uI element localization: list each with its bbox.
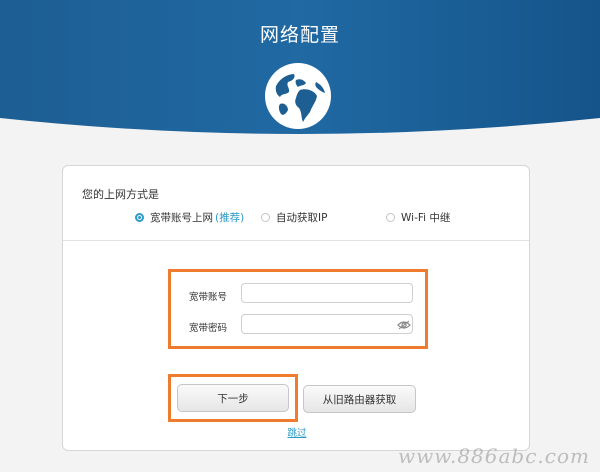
watermark: www.886abc.com	[397, 444, 590, 468]
option-wifi-repeater[interactable]: Wi-Fi 中继	[386, 210, 450, 225]
account-label: 宽带账号	[189, 292, 228, 303]
credentials-highlight-box: 宽带账号 宽带密码	[168, 269, 428, 349]
option-label: 宽带账号上网	[150, 212, 213, 224]
radio-selected-icon[interactable]	[135, 213, 144, 222]
globe-icon	[265, 63, 331, 129]
option-broadband-account[interactable]: 宽带账号上网 (推荐)	[135, 210, 244, 225]
password-label: 宽带密码	[189, 323, 228, 334]
fetch-from-old-router-button[interactable]: 从旧路由器获取	[303, 385, 416, 413]
radio-unselected-icon[interactable]	[261, 213, 270, 222]
option-label: 自动获取IP	[276, 212, 328, 224]
recommend-badge: (推荐)	[215, 212, 245, 224]
option-auto-ip[interactable]: 自动获取IP	[261, 210, 327, 225]
skip-link[interactable]: 跳过	[63, 425, 531, 439]
connection-question: 您的上网方式是	[82, 188, 159, 201]
connection-type-section: 您的上网方式是 宽带账号上网 (推荐) 自动获取IP Wi-Fi 中继	[63, 166, 529, 241]
radio-unselected-icon[interactable]	[386, 213, 395, 222]
password-input[interactable]	[241, 314, 413, 334]
page-title: 网络配置	[259, 24, 340, 46]
account-input[interactable]	[241, 283, 413, 303]
option-label: Wi-Fi 中继	[401, 212, 451, 224]
connection-options: 宽带账号上网 (推荐) 自动获取IP Wi-Fi 中继	[63, 210, 529, 228]
next-highlight-box: 下一步	[168, 374, 298, 422]
network-config-card: 您的上网方式是 宽带账号上网 (推荐) 自动获取IP Wi-Fi 中继 宽带账号…	[62, 165, 530, 451]
eye-icon[interactable]	[397, 320, 411, 330]
next-button[interactable]: 下一步	[177, 384, 289, 412]
